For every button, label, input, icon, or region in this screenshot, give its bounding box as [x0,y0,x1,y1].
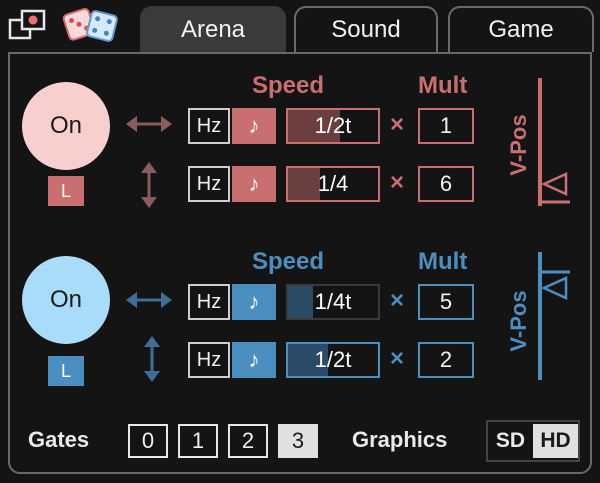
red-note-toggle-2[interactable]: ♪ [232,166,276,202]
red-speed-field-2[interactable]: 1/4 [286,166,380,202]
gates-label: Gates [28,427,90,452]
blue-hz-toggle-2[interactable]: Hz [188,342,230,378]
blue-speed-field-2[interactable]: 1/2t [286,342,380,378]
red-speed-header: Speed [252,72,325,99]
red-on-button[interactable]: On [22,82,110,170]
red-times-2: × [390,169,405,196]
blue-vpos-label: V-Pos [506,290,531,352]
window-icon[interactable] [8,8,48,42]
arena-window: Arena Sound Game On L Speed Mult Hz ♪ 1/… [0,0,600,483]
graphics-sd-button[interactable]: SD [488,424,533,458]
blue-speed-header: Speed [252,248,325,275]
graphics-hd-button[interactable]: HD [533,424,578,458]
horizontal-arrows-icon [126,116,172,132]
blue-l-button[interactable]: L [48,356,84,386]
red-times-1: × [390,111,405,138]
blue-times-2: × [390,345,405,372]
red-speed-field-1[interactable]: 1/2t [286,108,380,144]
tab-game[interactable]: Game [448,6,594,52]
red-note-toggle-1[interactable]: ♪ [232,108,276,144]
graphics-label: Graphics [352,427,448,452]
red-mult-header: Mult [418,72,468,99]
red-mult-field-1[interactable]: 1 [418,108,474,144]
blue-vpos-slider[interactable] [530,250,576,382]
dice-icon[interactable] [60,4,122,44]
blue-mult-field-1[interactable]: 5 [418,284,474,320]
blue-hz-toggle-1[interactable]: Hz [188,284,230,320]
red-vpos-slider[interactable] [530,76,576,208]
tab-sound[interactable]: Sound [294,6,438,52]
blue-mult-header: Mult [418,248,468,275]
red-vpos-label: V-Pos [506,114,531,176]
blue-note-toggle-2[interactable]: ♪ [232,342,276,378]
horizontal-arrows-icon [126,292,172,308]
red-hz-toggle-2[interactable]: Hz [188,166,230,202]
red-mult-field-2[interactable]: 6 [418,166,474,202]
blue-note-toggle-1[interactable]: ♪ [232,284,276,320]
gate-option-2[interactable]: 2 [228,424,268,458]
vertical-arrows-icon [144,336,160,382]
blue-mult-field-2[interactable]: 2 [418,342,474,378]
blue-on-button[interactable]: On [22,256,110,344]
gate-option-0[interactable]: 0 [128,424,168,458]
gate-option-3[interactable]: 3 [278,424,318,458]
blue-times-1: × [390,287,405,314]
red-hz-toggle-1[interactable]: Hz [188,108,230,144]
tab-arena[interactable]: Arena [140,6,286,52]
blue-speed-field-1[interactable]: 1/4t [286,284,380,320]
gate-option-1[interactable]: 1 [178,424,218,458]
vertical-arrows-icon [141,162,157,208]
red-l-button[interactable]: L [48,176,84,206]
